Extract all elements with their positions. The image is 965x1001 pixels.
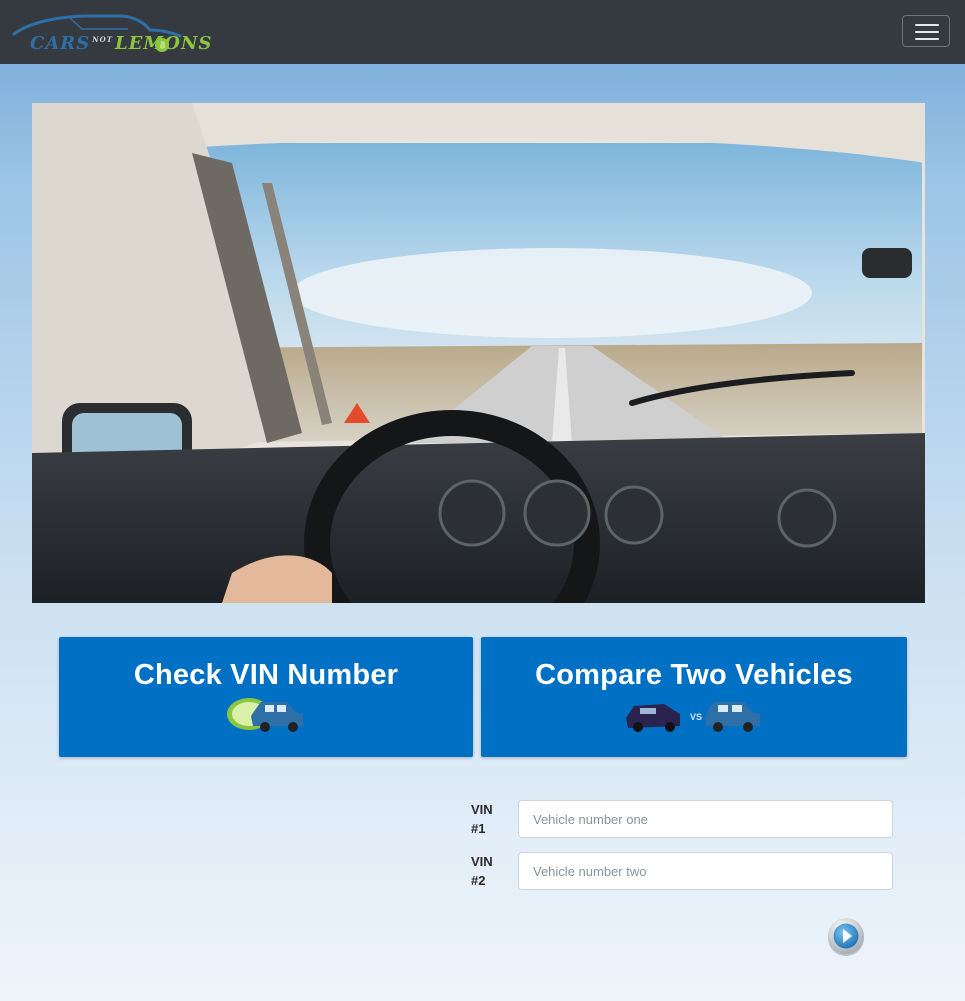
compare-vehicles-label: Compare Two Vehicles: [535, 659, 853, 691]
brand-wordmark: CARS NOT LEMONS: [30, 33, 213, 54]
play-arrow-icon: [828, 918, 864, 956]
vin1-input[interactable]: [518, 800, 893, 838]
check-vin-button[interactable]: Check VIN Number: [59, 637, 473, 757]
vin2-input[interactable]: [518, 852, 893, 890]
navbar: CARS NOT LEMONS: [0, 0, 965, 64]
vin2-label: VIN #2: [471, 854, 493, 888]
submit-button[interactable]: [826, 917, 866, 957]
vin1-label: VIN #1: [471, 802, 493, 836]
lemon-car-icon: [227, 698, 303, 732]
compare-vehicles-button[interactable]: Compare Two Vehicles VS: [481, 637, 907, 757]
brand-logo[interactable]: CARS NOT LEMONS: [10, 12, 211, 54]
hamburger-icon: [915, 24, 939, 26]
versus-text: VS: [690, 712, 702, 722]
menu-toggle-button[interactable]: [902, 15, 950, 47]
cars-versus-icon: VS: [626, 702, 760, 732]
check-vin-label: Check VIN Number: [133, 659, 399, 691]
hero-image: [32, 103, 925, 603]
